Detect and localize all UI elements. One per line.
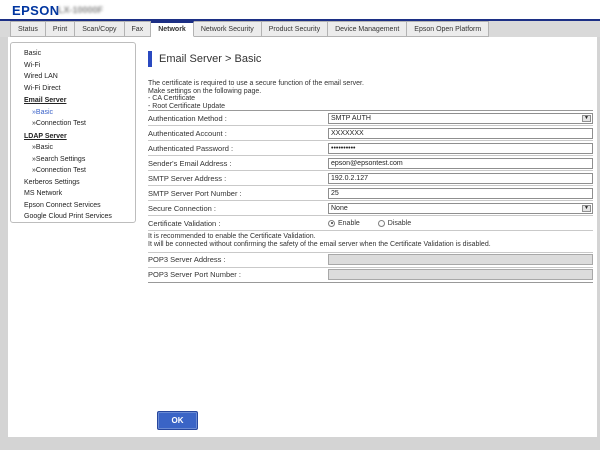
certificate-validation-disable-option[interactable]: Disable [378,220,411,227]
sidebar-item-ldap-basic[interactable]: »Basic [11,142,135,154]
sidebar-item-ms-network[interactable]: MS Network [11,188,135,200]
sidebar-item-ldap-search-settings[interactable]: »Search Settings [11,154,135,166]
page-description: The certificate is required to use a sec… [148,80,593,110]
field-label: SMTP Server Port Number : [148,189,328,198]
tab-print[interactable]: Print [46,21,75,37]
field-label: Sender's Email Address : [148,159,328,168]
sidebar-item-label: Search Settings [36,156,85,163]
printer-model-label: LX-10000F [58,5,103,15]
epson-logo: EPSON [12,3,60,18]
authenticated-account-input[interactable] [328,128,593,139]
certificate-validation-enable-option[interactable]: Enable [328,220,360,227]
select-value: SMTP AUTH [331,115,371,122]
page-title-row: Email Server > Basic [148,50,593,68]
form-row-authenticated-password: Authenticated Password : [148,141,593,156]
select-value: None [331,205,348,212]
sidebar-section-email-server[interactable]: Email Server [11,94,135,107]
radio-button-icon[interactable] [378,220,385,227]
sidebar-item-epson-connect-services[interactable]: Epson Connect Services [11,200,135,212]
radio-label: Disable [388,220,411,227]
field-label: POP3 Server Address : [148,255,328,264]
authentication-method-select[interactable]: SMTP AUTH ▼ [328,113,593,124]
chevron-down-icon[interactable]: ▼ [582,205,591,212]
field-label: SMTP Server Address : [148,174,328,183]
sidebar-item-kerberos-settings[interactable]: Kerberos Settings [11,177,135,189]
senders-email-address-input[interactable] [328,158,593,169]
sidebar-item-email-server-connection-test[interactable]: »Connection Test [11,118,135,130]
sidebar-item-basic[interactable]: Basic [11,48,135,60]
sidebar-item-wired-lan[interactable]: Wired LAN [11,71,135,83]
form-row-senders-email-address: Sender's Email Address : [148,156,593,171]
sidebar-nav: Basic Wi-Fi Wired LAN Wi-Fi Direct Email… [10,42,136,223]
pop3-server-address-input [328,254,593,265]
form-row-pop3-server-port-number: POP3 Server Port Number : [148,268,593,283]
sidebar-item-wifi[interactable]: Wi-Fi [11,60,135,72]
field-label: Authenticated Account : [148,129,328,138]
tab-product-security[interactable]: Product Security [262,21,328,37]
description-line: - CA Certificate [148,95,593,103]
field-label: Certificate Validation : [148,219,328,228]
tab-bar: Status Print Scan/Copy Fax Network Netwo… [0,21,600,37]
field-label: Authenticated Password : [148,144,328,153]
sidebar-item-wifi-direct[interactable]: Wi-Fi Direct [11,83,135,95]
tab-scan-copy[interactable]: Scan/Copy [75,21,124,37]
ok-button[interactable]: OK [157,411,198,430]
form-row-secure-connection: Secure Connection : None ▼ [148,201,593,216]
description-line: - Root Certificate Update [148,103,593,111]
radio-button-icon[interactable] [328,220,335,227]
form-row-certificate-validation: Certificate Validation : Enable Disable [148,216,593,231]
note-line: It is recommended to enable the Certific… [148,233,593,241]
email-server-form: Authentication Method : SMTP AUTH ▼ Auth… [148,110,593,283]
page-footer-margin [0,437,600,450]
tab-status[interactable]: Status [10,21,46,37]
form-row-smtp-server-address: SMTP Server Address : [148,171,593,186]
sidebar-item-label: Basic [36,109,53,116]
chevron-down-icon[interactable]: ▼ [582,115,591,122]
tab-device-management[interactable]: Device Management [328,21,407,37]
sidebar-item-ldap-connection-test[interactable]: »Connection Test [11,165,135,177]
sidebar-section-ldap-server[interactable]: LDAP Server [11,130,135,143]
tab-network[interactable]: Network [151,21,194,37]
form-row-pop3-server-address: POP3 Server Address : [148,253,593,268]
field-label: Authentication Method : [148,114,328,123]
tab-network-security[interactable]: Network Security [194,21,262,37]
field-label: POP3 Server Port Number : [148,270,328,279]
smtp-server-address-input[interactable] [328,173,593,184]
sidebar-item-email-server-basic[interactable]: »Basic [11,107,135,119]
note-line: It will be connected without confirming … [148,241,593,249]
page-left-margin [0,37,8,450]
smtp-server-port-number-input[interactable] [328,188,593,199]
authenticated-password-input[interactable] [328,143,593,154]
secure-connection-select[interactable]: None ▼ [328,203,593,214]
main-content: Email Server > Basic The certificate is … [148,42,593,283]
form-row-authenticated-account: Authenticated Account : [148,126,593,141]
field-label: Secure Connection : [148,204,328,213]
description-line: The certificate is required to use a sec… [148,80,593,88]
certificate-validation-note: It is recommended to enable the Certific… [148,231,593,253]
form-row-smtp-server-port-number: SMTP Server Port Number : [148,186,593,201]
page-title: Email Server > Basic [159,53,261,65]
pop3-server-port-number-input [328,269,593,280]
tab-epson-open-platform[interactable]: Epson Open Platform [407,21,489,37]
form-row-authentication-method: Authentication Method : SMTP AUTH ▼ [148,111,593,126]
certificate-validation-radio-group: Enable Disable [328,218,593,229]
sidebar-item-label: Basic [36,144,53,151]
description-line: Make settings on the following page. [148,88,593,96]
tab-fax[interactable]: Fax [125,21,152,37]
sidebar-item-label: Connection Test [36,167,86,174]
sidebar-item-label: Connection Test [36,120,86,127]
radio-label: Enable [338,220,360,227]
sidebar-item-google-cloud-print-services[interactable]: Google Cloud Print Services [11,211,135,223]
title-accent-bar [148,51,152,67]
